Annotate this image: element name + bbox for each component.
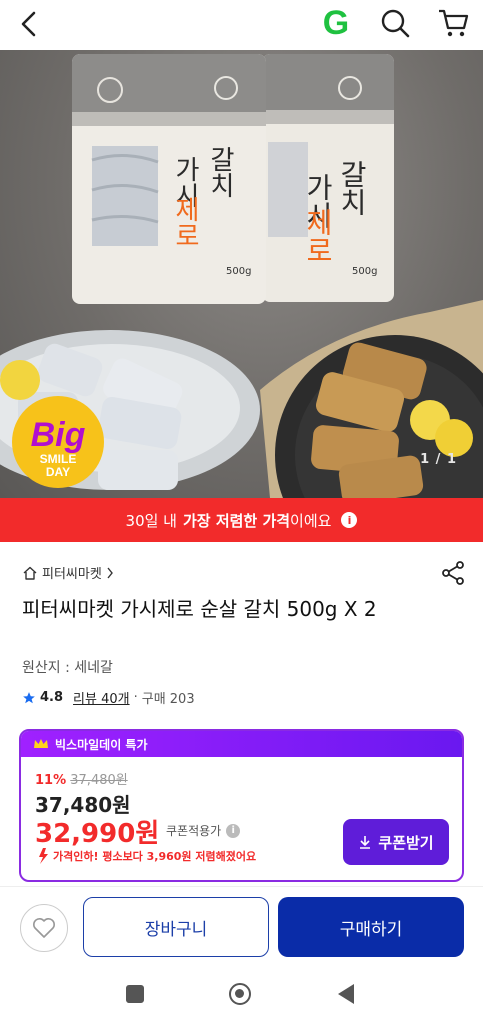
badge-day: DAY [46, 465, 70, 479]
home-button-icon[interactable] [229, 983, 251, 1005]
product-title: 피터씨마켓 가시제로 순살 갈치 500g X 2 [22, 597, 377, 621]
heart-icon [33, 918, 55, 938]
badge-smile: SMILE [40, 452, 77, 466]
chevron-right-icon [107, 567, 113, 578]
recent-apps-icon[interactable] [126, 985, 144, 1003]
separator: · [133, 690, 138, 705]
add-to-cart-button[interactable]: 장바구니 [83, 897, 269, 957]
package-text-c2: 제로 [302, 208, 335, 264]
search-icon[interactable] [378, 6, 412, 40]
wishlist-button[interactable] [20, 904, 68, 952]
coupon-price-label: 쿠폰적용가 i [166, 822, 241, 839]
original-price: 37,480원 [70, 773, 128, 788]
package-text-c: 제로 [170, 196, 200, 248]
store-link[interactable]: 피터씨마켓 [22, 563, 114, 582]
system-navigation-bar [0, 966, 483, 1024]
badge-big: Big [31, 416, 86, 454]
package-weight: 500g [226, 266, 251, 277]
image-pager: 1 / 1 [420, 452, 457, 467]
top-bar: G [0, 0, 483, 50]
coupon-label-text: 쿠폰적용가 [166, 824, 222, 838]
price-drop-text: 가격인하! 평소보다 3,960원 저렴해졌어요 [53, 850, 257, 863]
purchase-count: 구매 203 [141, 692, 195, 707]
package-front: 가시 갈치 제로 500g [72, 54, 266, 304]
product-photo: 가시 갈치 제로 500g 가시 갈치 제로 500g Big SMILE DA… [0, 54, 483, 498]
down-arrow-icon [39, 848, 48, 864]
package-text-a: 갈치 [205, 146, 235, 198]
info-icon[interactable]: i [226, 823, 241, 838]
rating-row: 4.8 리뷰 40개 · 구매 203 [22, 688, 195, 707]
get-coupon-label: 쿠폰받기 [378, 833, 434, 852]
get-coupon-button[interactable]: 쿠폰받기 [343, 819, 449, 865]
product-image[interactable]: 가시 갈치 제로 500g 가시 갈치 제로 500g Big SMILE DA… [0, 50, 483, 498]
big-smile-day-badge: Big SMILE DAY [12, 396, 104, 488]
price-box: 빅스마일데이 특가 11% 37,480원 37,480원 32,990원 쿠폰… [19, 729, 464, 882]
lowest-price-banner[interactable]: 30일 내 가장 저렴한 가격 이에요 i [0, 498, 483, 542]
price-box-title: 빅스마일데이 특가 [55, 737, 148, 752]
banner-emphasis: 가장 저렴한 가격 [183, 511, 291, 530]
share-icon[interactable] [440, 560, 466, 586]
gmarket-logo-icon[interactable]: G [318, 5, 354, 41]
origin-text: 원산지 : 세네갈 [22, 660, 113, 676]
rating-score: 4.8 [40, 690, 64, 705]
package-weight-2: 500g [352, 266, 377, 277]
purchase-actions: 장바구니 구매하기 [0, 886, 483, 966]
discount-rate: 11% [35, 773, 67, 788]
back-triangle-icon[interactable] [338, 984, 354, 1004]
home-icon [23, 566, 37, 580]
package-text-a2: 갈치 [336, 160, 369, 216]
download-icon [360, 836, 371, 849]
back-arrow-icon[interactable] [14, 8, 46, 40]
store-name: 피터씨마켓 [42, 567, 102, 582]
price-box-header: 빅스마일데이 특가 [21, 731, 462, 757]
discount-row: 11% 37,480원 [35, 769, 128, 788]
buy-now-button[interactable]: 구매하기 [278, 897, 464, 957]
star-icon [23, 691, 35, 703]
banner-suffix: 이에요 [290, 511, 332, 530]
reviews-link[interactable]: 리뷰 40개 [73, 688, 130, 707]
price-drop-notice: 가격인하! 평소보다 3,960원 저렴해졌어요 [35, 847, 256, 865]
info-icon[interactable]: i [341, 512, 358, 528]
coupon-price: 32,990원 [35, 819, 160, 849]
banner-prefix: 30일 내 [125, 511, 177, 530]
crown-icon [34, 739, 48, 748]
plate-cooked-fish [260, 300, 483, 498]
cart-icon[interactable] [436, 6, 470, 40]
package-back: 가시 갈치 제로 500g [262, 54, 394, 302]
logo-letter: G [323, 5, 349, 41]
